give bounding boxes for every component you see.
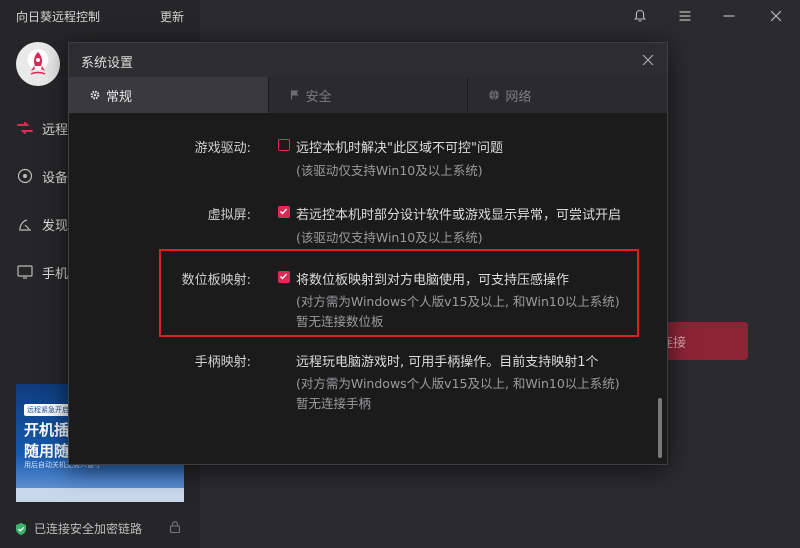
gamepad-mapping-status: 暂无连接手柄 xyxy=(296,396,372,411)
sidebar-item-label: 发现 xyxy=(42,218,69,234)
sidebar-item-label: 设备 xyxy=(42,170,69,186)
tab-general[interactable]: 常规 xyxy=(69,77,269,113)
tab-label: 安全 xyxy=(305,89,332,105)
connection-status: 已连接安全加密链路 xyxy=(14,520,142,537)
lock-icon[interactable] xyxy=(168,520,182,534)
avatar[interactable] xyxy=(16,42,60,86)
sidebar-item-label: 手机 xyxy=(42,266,69,282)
sidebar-item-label: 远程 xyxy=(42,122,69,138)
menu-button[interactable] xyxy=(671,4,699,28)
tab-security[interactable]: 安全 xyxy=(268,77,469,113)
game-driver-option-text: 远控本机时解决"此区域不可控"问题 xyxy=(296,141,503,156)
settings-tabs: 常规 安全 网络 xyxy=(69,77,668,113)
dialog-close-icon[interactable] xyxy=(639,51,657,69)
setting-label-game-driver: 游戏驱动: xyxy=(194,141,251,156)
tablet-mapping-option-text: 将数位板映射到对方电脑使用，可支持压感操作 xyxy=(296,273,570,288)
virtual-screen-option-text: 若远控本机时部分设计软件或游戏显示异常，可尝试开启 xyxy=(296,208,622,223)
bell-icon xyxy=(634,9,646,22)
promo-stripe xyxy=(16,488,184,502)
app-title: 向日葵远程控制 xyxy=(16,10,101,24)
tablet-mapping-checkbox[interactable] xyxy=(278,271,290,283)
minimize-icon xyxy=(723,15,735,17)
flag-icon xyxy=(290,90,299,100)
dialog-header: 系统设置 xyxy=(69,43,667,77)
discover-icon xyxy=(16,215,34,233)
gear-icon xyxy=(90,90,100,100)
virtual-screen-note: (该驱动仅支持Win10及以上系统) xyxy=(296,230,483,245)
setting-label-virtual-screen: 虚拟屏: xyxy=(207,208,251,223)
notification-bell-button[interactable] xyxy=(626,4,654,28)
tab-network[interactable]: 网络 xyxy=(468,77,668,113)
globe-icon xyxy=(489,89,500,101)
remote-icon xyxy=(16,119,34,137)
gamepad-mapping-note: (对方需为Windows个人版v15及以上, 和Win10以上系统) xyxy=(296,376,620,391)
virtual-screen-checkbox[interactable] xyxy=(278,206,290,218)
gamepad-mapping-option-text: 远程玩电脑游戏时, 可用手柄操作。目前支持映射1个 xyxy=(296,355,599,370)
sunflower-logo-icon xyxy=(30,52,46,75)
setting-label-gamepad-mapping: 手柄映射: xyxy=(194,355,251,370)
close-icon xyxy=(770,10,782,22)
checkmark-icon xyxy=(280,273,288,280)
tab-label: 常规 xyxy=(106,89,133,105)
game-driver-note: (该驱动仅支持Win10及以上系统) xyxy=(296,163,483,178)
device-icon xyxy=(16,167,34,185)
setting-label-tablet-mapping: 数位板映射: xyxy=(181,273,251,288)
tablet-mapping-status: 暂无连接数位板 xyxy=(296,314,384,329)
tablet-mapping-note: (对方需为Windows个人版v15及以上, 和Win10以上系统) xyxy=(296,294,620,309)
tab-label: 网络 xyxy=(505,89,532,105)
settings-scrollbar-thumb[interactable] xyxy=(658,398,662,458)
dialog-title: 系统设置 xyxy=(81,56,134,71)
game-driver-checkbox[interactable] xyxy=(278,139,290,151)
phone-icon xyxy=(16,263,34,281)
shield-check-icon xyxy=(16,522,26,535)
update-link[interactable]: 更新 xyxy=(160,8,184,25)
connection-status-text: 已连接安全加密链路 xyxy=(34,522,143,536)
minimize-button[interactable] xyxy=(715,4,743,28)
checkmark-icon xyxy=(280,208,288,215)
menu-icon xyxy=(679,11,691,21)
window-close-button[interactable] xyxy=(762,4,790,28)
